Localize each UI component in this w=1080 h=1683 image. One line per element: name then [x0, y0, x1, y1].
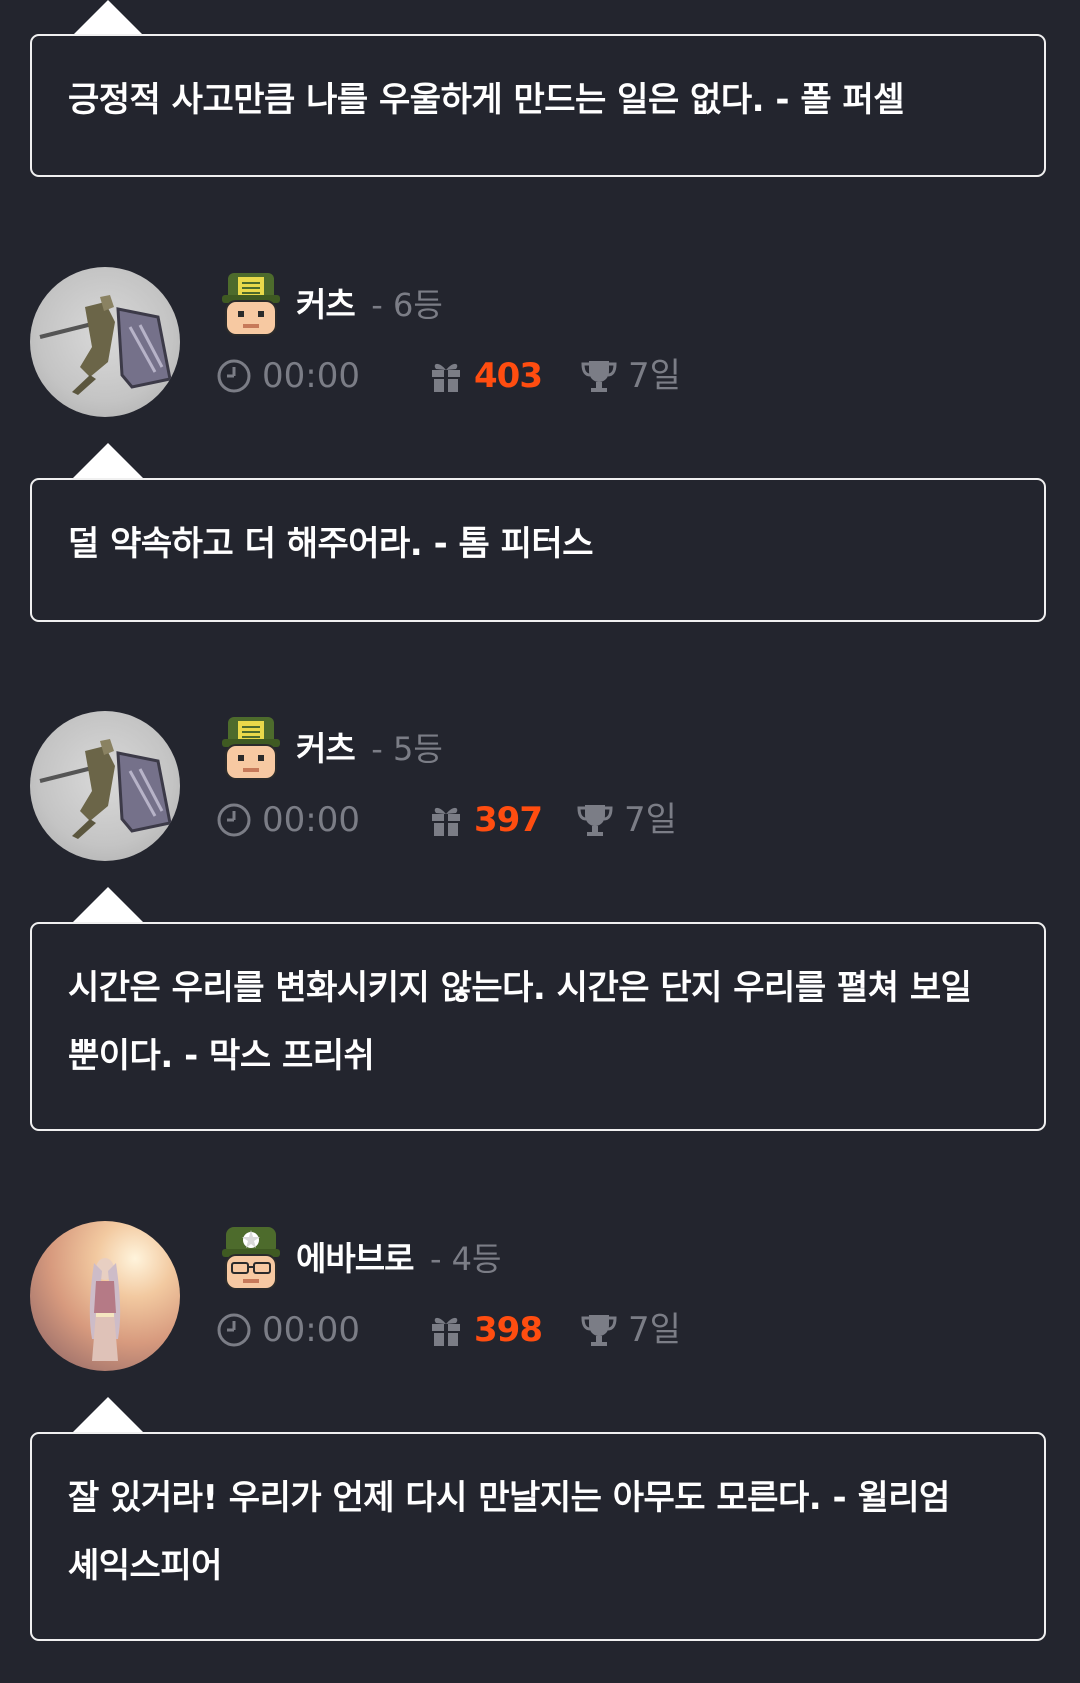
- quote-line: 잘 있거라! 우리가 언제 다시 만날지는 아무도 모른다. - 윌리엄: [68, 1478, 950, 1518]
- quote-text: 덜 약속하고 더 해주어라. - 톰 피터스: [68, 524, 593, 564]
- gift-meta[interactable]: 398: [428, 1305, 543, 1355]
- user-avatar[interactable]: [30, 711, 180, 861]
- time-meta: 00:00: [216, 351, 360, 401]
- trophy-label: 7일: [628, 356, 681, 396]
- clock-icon: [217, 1313, 251, 1347]
- user-avatar[interactable]: [30, 267, 180, 417]
- trophy-label: 7일: [628, 1310, 681, 1350]
- time-meta: 00:00: [216, 1305, 360, 1355]
- trophy-meta: 7일: [576, 795, 677, 845]
- time-meta: 00:00: [216, 795, 360, 845]
- woman-avatar-icon: [89, 1258, 121, 1361]
- trophy-meta: 7일: [580, 351, 681, 401]
- quote-box: 덜 약속하고 더 해주어라. - 톰 피터스: [30, 478, 1046, 622]
- gift-count: 398: [474, 1310, 543, 1350]
- post-header: 커츠 - 5등 00:00 397 7일: [30, 711, 1050, 867]
- trophy-icon: [577, 805, 613, 836]
- gift-icon: [432, 363, 460, 392]
- gift-meta[interactable]: 403: [428, 351, 543, 401]
- gift-meta[interactable]: 397: [428, 795, 543, 845]
- gift-icon: [432, 807, 460, 836]
- officer-level-icon: [222, 1227, 280, 1290]
- quote-line: 시간은 우리를 변화시키지 않는다. 시간은 단지 우리를 펼쳐 보일: [68, 968, 972, 1008]
- gift-count: 397: [474, 800, 543, 840]
- time-text: 00:00: [262, 356, 360, 396]
- quote-line: 셰익스피어: [68, 1546, 222, 1586]
- quote-box: 시간은 우리를 변화시키지 않는다. 시간은 단지 우리를 펼쳐 보일 뿐이다.…: [30, 922, 1046, 1131]
- username[interactable]: 에바브로: [296, 1239, 414, 1278]
- user-line: 커츠 - 6등: [296, 275, 443, 335]
- trophy-meta: 7일: [580, 1305, 681, 1355]
- quote-text: 긍정적 사고만큼 나를 우울하게 만드는 일은 없다. - 폴 퍼셀: [68, 80, 905, 120]
- knight-avatar-icon: [39, 295, 172, 395]
- username[interactable]: 커츠: [296, 729, 356, 768]
- time-text: 00:00: [262, 800, 360, 840]
- time-text: 00:00: [262, 1310, 360, 1350]
- bubble-notch: [72, 1397, 144, 1433]
- soldier-level-icon: [222, 273, 280, 336]
- user-avatar[interactable]: [30, 1221, 180, 1371]
- bubble-notch: [72, 0, 144, 36]
- quote-box: 긍정적 사고만큼 나를 우울하게 만드는 일은 없다. - 폴 퍼셀: [30, 34, 1046, 177]
- bubble-notch: [72, 887, 144, 923]
- user-line: 에바브로 - 4등: [296, 1229, 501, 1289]
- knight-avatar-icon: [39, 739, 172, 839]
- rank-label: - 6등: [371, 286, 443, 324]
- username[interactable]: 커츠: [296, 285, 356, 324]
- quote-box: 잘 있거라! 우리가 언제 다시 만날지는 아무도 모른다. - 윌리엄 셰익스…: [30, 1432, 1046, 1641]
- post-header: 커츠 - 6등 00:00 403 7일: [30, 267, 1050, 423]
- clock-icon: [217, 359, 251, 393]
- gift-icon: [432, 1317, 460, 1346]
- trophy-icon: [581, 361, 617, 392]
- soldier-level-icon: [222, 717, 280, 780]
- quote-line: 뿐이다. - 막스 프리쉬: [68, 1036, 375, 1076]
- gift-count: 403: [474, 356, 543, 396]
- bubble-notch: [72, 443, 144, 479]
- clock-icon: [217, 803, 251, 837]
- rank-label: - 5등: [371, 730, 443, 768]
- post-header: 에바브로 - 4등 00:00 398 7일: [30, 1221, 1050, 1377]
- rank-label: - 4등: [429, 1240, 502, 1278]
- user-line: 커츠 - 5등: [296, 719, 443, 779]
- trophy-icon: [581, 1315, 617, 1346]
- trophy-label: 7일: [624, 800, 677, 840]
